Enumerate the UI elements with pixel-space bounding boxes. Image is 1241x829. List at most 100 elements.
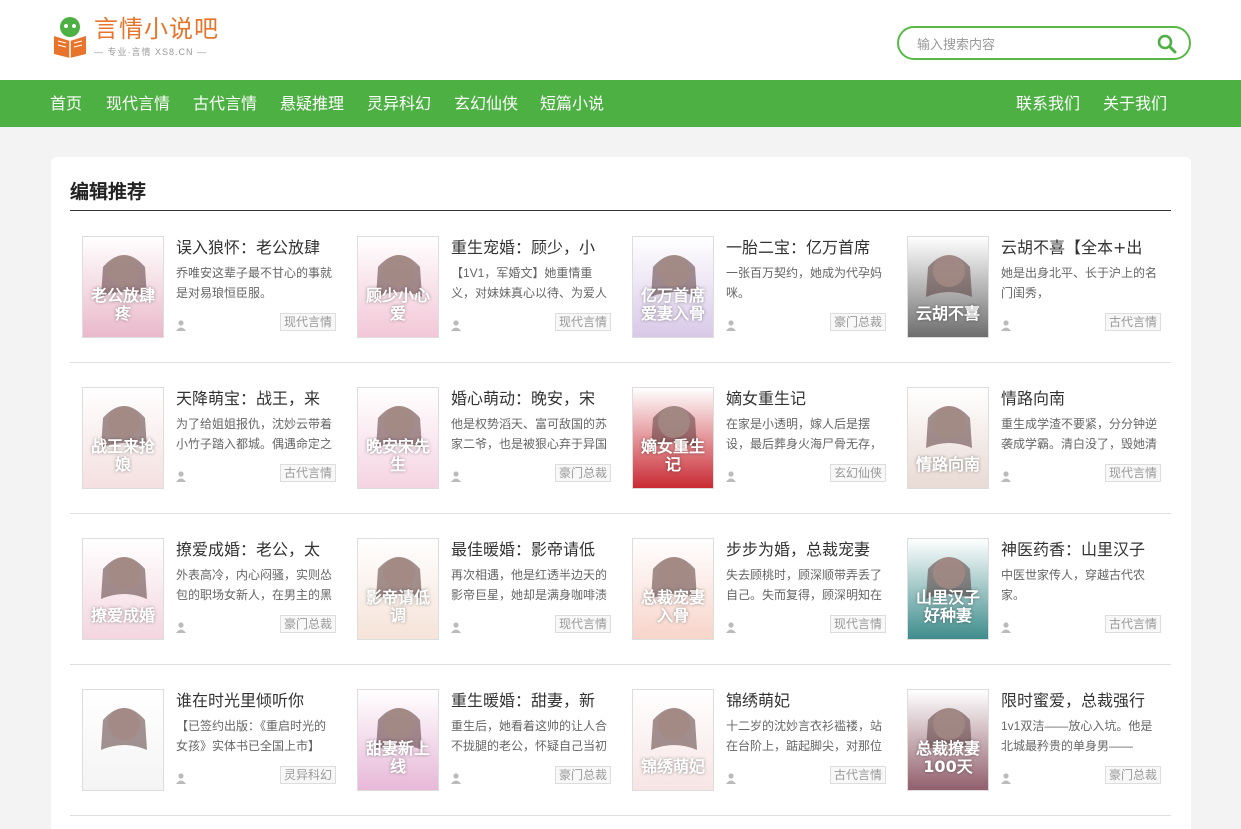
book-card[interactable]: 亿万首席爱妻入骨 一胎二宝：亿万首席 一张百万契约，她成为代孕妈咪。 豪门总裁 [632, 236, 892, 338]
book-cover[interactable]: 嫡女重生记 [632, 387, 714, 489]
book-cover[interactable]: 亿万首席爱妻入骨 [632, 236, 714, 338]
category-tag[interactable]: 现代言情 [279, 313, 336, 331]
cover-title: 嫡女重生记 [640, 437, 705, 474]
book-card[interactable]: 老公放肆疼 误入狼怀：老公放肆 乔唯安这辈子最不甘心的事就是对易琅恒臣服。 现代言情 [82, 236, 342, 338]
book-description: 【已签约出版：《重启时光的女孩》实体书已全国上市】 [176, 719, 327, 753]
category-tag[interactable]: 现代言情 [829, 615, 886, 633]
book-card[interactable]: 情路向南 情路向南 重生成学渣不要紧，分分钟逆袭成学霸。清白没了，毁她清 现代言情 [907, 387, 1167, 489]
cover-title: 战王来抢娘 [90, 437, 155, 474]
book-cover[interactable]: 总裁撩妻100天 [907, 689, 989, 791]
book-description: 在家是小透明，嫁人后是摆设，最后葬身火海尸骨无存， [726, 417, 883, 451]
book-title[interactable]: 重生暖婚：甜妻，新 [451, 687, 621, 711]
category-tag[interactable]: 豪门总裁 [279, 615, 336, 633]
book-title[interactable]: 情路向南 [1001, 385, 1171, 409]
nav-ancient-romance[interactable]: 古代言情 [193, 94, 257, 114]
book-cover[interactable] [82, 689, 164, 791]
book-title[interactable]: 最佳暖婚：影帝请低 [451, 536, 621, 560]
category-tag[interactable]: 古代言情 [829, 766, 886, 784]
book-title[interactable]: 一胎二宝：亿万首席 [726, 234, 896, 258]
nav-modern-romance[interactable]: 现代言情 [106, 94, 170, 114]
user-icon [726, 318, 736, 331]
search-box [897, 26, 1191, 60]
category-tag[interactable]: 现代言情 [554, 615, 611, 633]
book-title[interactable]: 锦绣萌妃 [726, 687, 896, 711]
category-tag[interactable]: 豪门总裁 [554, 464, 611, 482]
book-cover[interactable]: 晚安宋先生 [357, 387, 439, 489]
book-card[interactable]: 云胡不喜 云胡不喜【全本+出 她是出身北平、长于沪上的名门闺秀， 古代言情 [907, 236, 1167, 338]
book-title[interactable]: 婚心萌动：晚安，宋 [451, 385, 621, 409]
nav-scifi[interactable]: 灵异科幻 [367, 94, 431, 114]
book-cover[interactable]: 总裁宠妻入骨 [632, 538, 714, 640]
book-card[interactable]: 总裁撩妻100天 限时蜜爱，总裁强行 1v1双洁——放心入坑。他是北城最矜贵的单身男… [907, 689, 1167, 791]
row-divider [70, 513, 1171, 514]
book-cover[interactable]: 战王来抢娘 [82, 387, 164, 489]
book-description: 她是出身北平、长于沪上的名门闺秀， [1001, 266, 1158, 300]
nav-mystery[interactable]: 悬疑推理 [280, 94, 344, 114]
main-nav: 首页 现代言情 古代言情 悬疑推理 灵异科幻 玄幻仙侠 短篇小说 联系我们 关于… [0, 80, 1241, 127]
site-logo[interactable]: 言情小说吧 — 专业·言情 XS8.CN — [50, 14, 219, 58]
book-card[interactable]: 锦绣萌妃 锦绣萌妃 十二岁的沈妙言衣衫褴褛，站在台阶上，踮起脚尖，对那位 古代言情 [632, 689, 892, 791]
book-title[interactable]: 撩爱成婚：老公，太 [176, 536, 346, 560]
search-input[interactable] [917, 34, 1147, 54]
book-title[interactable]: 云胡不喜【全本+出 [1001, 234, 1171, 258]
book-description: 乔唯安这辈子最不甘心的事就是对易琅恒臣服。 [176, 266, 333, 300]
book-title[interactable]: 谁在时光里倾听你 [176, 687, 346, 711]
book-cover[interactable]: 撩爱成婚 [82, 538, 164, 640]
book-cover[interactable]: 顾少小心爱 [357, 236, 439, 338]
category-tag[interactable]: 豪门总裁 [829, 313, 886, 331]
book-title[interactable]: 限时蜜爱，总裁强行 [1001, 687, 1171, 711]
book-title[interactable]: 神医药香：山里汉子 [1001, 536, 1171, 560]
book-card[interactable]: 顾少小心爱 重生宠婚：顾少，小 【1V1，军婚文】她重情重义，对妹妹真心以待、为爱人… [357, 236, 617, 338]
category-tag[interactable]: 现代言情 [1104, 464, 1161, 482]
book-cover[interactable]: 情路向南 [907, 387, 989, 489]
book-cover[interactable]: 老公放肆疼 [82, 236, 164, 338]
category-tag[interactable]: 豪门总裁 [1104, 766, 1161, 784]
book-title[interactable]: 嫡女重生记 [726, 385, 896, 409]
logo-subtitle: — 专业·言情 XS8.CN — [94, 47, 208, 57]
book-card[interactable]: 山里汉子好种妻 神医药香：山里汉子 中医世家传人，穿越古代农家。 古代言情 [907, 538, 1167, 640]
book-card[interactable]: 晚安宋先生 婚心萌动：晚安，宋 他是权势滔天、富可敌国的苏家二爷，也是被狠心弃于异国… [357, 387, 617, 489]
row-divider [70, 664, 1171, 665]
book-description: 重生成学渣不要紧，分分钟逆袭成学霸。清白没了，毁她清 [1001, 417, 1158, 451]
book-title[interactable]: 误入狼怀：老公放肆 [176, 234, 346, 258]
search-icon[interactable] [1157, 34, 1177, 54]
category-tag[interactable]: 古代言情 [1104, 615, 1161, 633]
book-card[interactable]: 撩爱成婚 撩爱成婚：老公，太 外表高冷，内心闷骚，实则怂包的职场女新人，在男主的黑豪… [82, 538, 342, 640]
book-card[interactable]: 谁在时光里倾听你 【已签约出版：《重启时光的女孩》实体书已全国上市】 灵异科幻 [82, 689, 342, 791]
book-cover[interactable]: 山里汉子好种妻 [907, 538, 989, 640]
user-icon [1001, 771, 1011, 784]
book-description: 失去顾桃时，顾深顺带弄丢了自己。失而复得，顾深明知在 [726, 568, 883, 602]
nav-contact[interactable]: 联系我们 [1016, 94, 1080, 114]
category-tag[interactable]: 豪门总裁 [554, 766, 611, 784]
nav-short-stories[interactable]: 短篇小说 [540, 94, 604, 114]
book-card[interactable]: 影帝请低调 最佳暖婚：影帝请低 再次相遇，他是红透半边天的影帝巨星，她却是满身咖啡渍… [357, 538, 617, 640]
user-icon [726, 620, 736, 633]
nav-home[interactable]: 首页 [50, 94, 82, 114]
book-description: 1v1双洁——放心入坑。他是北城最矜贵的单身男—— [1001, 719, 1153, 753]
cover-title: 顾少小心爱 [365, 286, 430, 323]
book-cover[interactable]: 锦绣萌妃 [632, 689, 714, 791]
category-tag[interactable]: 现代言情 [554, 313, 611, 331]
book-description: 他是权势滔天、富可敌国的苏家二爷，也是被狠心弃于异国 [451, 417, 608, 451]
book-cover[interactable]: 影帝请低调 [357, 538, 439, 640]
category-tag[interactable]: 古代言情 [279, 464, 336, 482]
nav-fantasy[interactable]: 玄幻仙侠 [454, 94, 518, 114]
book-card[interactable]: 战王来抢娘 天降萌宝：战王，来 为了给姐姐报仇，沈妙云带着小竹子踏入都城。偶遇命定之… [82, 387, 342, 489]
category-tag[interactable]: 灵异科幻 [279, 766, 336, 784]
book-title[interactable]: 天降萌宝：战王，来 [176, 385, 346, 409]
user-icon [1001, 318, 1011, 331]
book-card[interactable]: 总裁宠妻入骨 步步为婚，总裁宠妻 失去顾桃时，顾深顺带弄丢了自己。失而复得，顾深明知… [632, 538, 892, 640]
book-cover[interactable]: 甜妻新上线 [357, 689, 439, 791]
nav-about[interactable]: 关于我们 [1103, 94, 1167, 114]
cover-title: 甜妻新上线 [365, 739, 430, 776]
book-card[interactable]: 甜妻新上线 重生暖婚：甜妻，新 重生后，她看着这帅的让人合不拢腿的老公，怀疑自己当初… [357, 689, 617, 791]
category-tag[interactable]: 玄幻仙侠 [829, 464, 886, 482]
book-title[interactable]: 步步为婚，总裁宠妻 [726, 536, 896, 560]
book-title[interactable]: 重生宠婚：顾少，小 [451, 234, 621, 258]
cover-title: 云胡不喜 [915, 304, 980, 323]
user-icon [451, 771, 461, 784]
book-cover[interactable]: 云胡不喜 [907, 236, 989, 338]
book-description: 十二岁的沈妙言衣衫褴褛，站在台阶上，踮起脚尖，对那位 [726, 719, 883, 753]
category-tag[interactable]: 古代言情 [1104, 313, 1161, 331]
book-card[interactable]: 嫡女重生记 嫡女重生记 在家是小透明，嫁人后是摆设，最后葬身火海尸骨无存， 玄幻仙侠 [632, 387, 892, 489]
